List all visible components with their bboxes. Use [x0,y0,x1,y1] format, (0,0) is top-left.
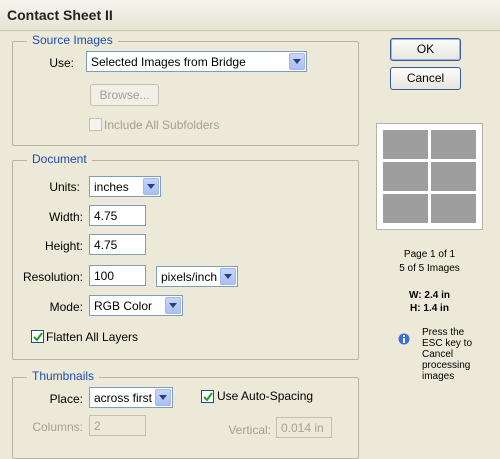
place-label: Place: [49,392,83,406]
preview-cell [431,130,476,159]
use-select[interactable]: Selected Images from Bridge [86,51,307,72]
mode-select-value: RGB Color [94,299,153,313]
cancel-button[interactable]: Cancel [390,67,461,90]
document-group-title: Document [27,152,92,166]
width-info: W: 2.4 in [409,290,450,301]
chevron-down-icon[interactable] [289,53,305,70]
vertical-label: Vertical: [228,423,271,437]
auto-spacing-label: Use Auto-Spacing [217,389,314,403]
cancel-hint: Press the ESC key to Cancel processing i… [422,327,473,382]
flatten-layers-checkbox[interactable] [31,330,44,343]
include-subfolders-checkbox[interactable] [89,118,102,131]
checkmark-icon [33,332,43,342]
height-field[interactable] [89,234,146,255]
thumbnails-group-title: Thumbnails [27,369,100,383]
resolution-label: Resolution: [22,270,83,284]
use-label: Use: [49,56,74,70]
units-select-value: inches [94,180,129,194]
resolution-field[interactable] [89,265,146,286]
units-label: Units: [49,180,80,194]
width-label: Width: [48,210,83,224]
chevron-down-icon[interactable] [165,297,181,314]
height-label: Height: [44,239,83,253]
info-icon [398,333,410,348]
columns-label: Columns: [32,420,83,434]
height-info: H: 1.4 in [410,303,449,314]
title-bar: Contact Sheet II [0,0,500,31]
flatten-layers-label: Flatten All Layers [46,330,139,344]
chevron-down-icon[interactable] [155,389,171,406]
units-select[interactable]: inches [89,176,161,197]
browse-button[interactable]: Browse... [90,84,159,106]
auto-spacing-checkbox[interactable] [201,390,214,403]
preview-cell [383,194,428,223]
ok-button[interactable]: OK [390,38,461,61]
chevron-down-icon[interactable] [220,268,236,285]
preview-cell [383,162,428,191]
place-select-value: across first [94,391,153,405]
layout-preview [376,123,483,230]
chevron-down-icon[interactable] [143,178,159,195]
page-info: Page 1 of 1 [403,249,456,260]
mode-select[interactable]: RGB Color [89,295,183,316]
width-field[interactable] [89,205,146,226]
mode-label: Mode: [49,300,83,314]
source-images-group-title: Source Images [27,33,118,47]
window-title: Contact Sheet II [7,7,113,23]
columns-field[interactable] [89,415,146,436]
images-info: 5 of 5 Images [399,263,460,274]
preview-cell [383,130,428,159]
checkmark-icon [203,392,213,402]
use-select-value: Selected Images from Bridge [91,55,246,69]
vertical-field[interactable] [276,417,332,438]
resolution-unit-select[interactable]: pixels/inch [156,266,238,287]
preview-cell [431,194,476,223]
include-subfolders-label: Include All Subfolders [104,118,220,132]
resolution-unit-value: pixels/inch [161,270,218,284]
place-select[interactable]: across first [89,387,173,408]
preview-cell [431,162,476,191]
